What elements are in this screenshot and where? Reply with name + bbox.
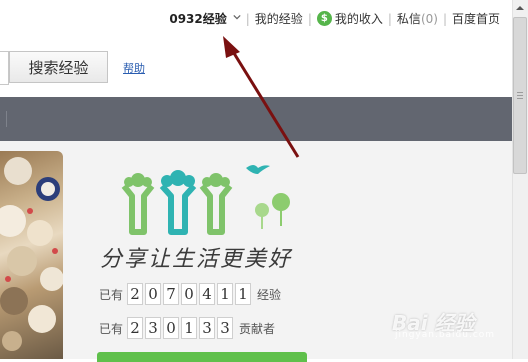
nav-separator: | [307, 11, 312, 26]
nav-separator: | [442, 11, 447, 26]
chevron-down-icon[interactable] [233, 13, 241, 21]
username-link[interactable]: 0932经验 [169, 10, 226, 27]
search-button[interactable]: 搜索经验 [9, 51, 108, 83]
counter-digit: 3 [217, 317, 234, 339]
bird-icon [246, 165, 270, 174]
stat-prefix: 已有 [99, 287, 124, 302]
people-tree-logo-icon [121, 165, 290, 235]
top-nav: 0932经验 | 我的经验 | $ 我的收入 | 私信 (0) | 百度首页 [169, 10, 500, 27]
contributor-stat-row: 已有 2 3 0 1 3 3 贡献者 [99, 317, 275, 339]
search-input[interactable] [0, 51, 9, 85]
counter-digit: 0 [163, 317, 180, 339]
nav-messages[interactable]: 私信 [397, 10, 421, 27]
stat-prefix: 已有 [99, 321, 124, 336]
dollar-icon: $ [316, 11, 332, 26]
nav-baidu-home[interactable]: 百度首页 [452, 10, 500, 27]
counter-digit: 7 [163, 283, 180, 305]
stat-suffix: 贡献者 [239, 321, 276, 336]
slogan-text: 分享让生活更美好 [100, 247, 293, 272]
grip-line [517, 98, 523, 99]
nav-my-income[interactable]: 我的收入 [335, 10, 383, 27]
scrollbar-thumb[interactable] [513, 17, 527, 174]
contributor-counter: 2 3 0 1 3 3 [127, 317, 235, 339]
experience-stat-row: 已有 2 0 7 0 4 1 1 经验 [99, 283, 281, 305]
stat-suffix: 经验 [257, 287, 282, 302]
counter-digit: 1 [235, 283, 252, 305]
counter-digit: 0 [145, 283, 162, 305]
nav-separator: | [245, 11, 250, 26]
scroll-up-icon[interactable] [513, 2, 527, 14]
counter-digit: 3 [145, 317, 162, 339]
nav-divider [6, 111, 7, 127]
category-nav-band [0, 97, 512, 141]
counter-digit: 1 [181, 317, 198, 339]
start-button[interactable] [97, 352, 307, 362]
messages-count: (0) [420, 11, 438, 26]
counter-digit: 3 [199, 317, 216, 339]
tree-icon [255, 193, 290, 229]
counter-digit: 4 [199, 283, 216, 305]
photo-art [0, 157, 63, 351]
experience-counter: 2 0 7 0 4 1 1 [127, 283, 253, 305]
counter-digit: 0 [181, 283, 198, 305]
nav-separator: | [387, 11, 392, 26]
help-link[interactable]: 帮助 [123, 60, 145, 76]
watermark-url: jingyan.baidu.com [395, 330, 496, 340]
hero-photo[interactable] [0, 151, 63, 359]
counter-digit: 2 [127, 283, 144, 305]
nav-my-experience[interactable]: 我的经验 [255, 10, 303, 27]
grip-line [517, 92, 523, 93]
counter-digit: 2 [127, 317, 144, 339]
grip-line [517, 95, 523, 96]
counter-digit: 1 [217, 283, 234, 305]
